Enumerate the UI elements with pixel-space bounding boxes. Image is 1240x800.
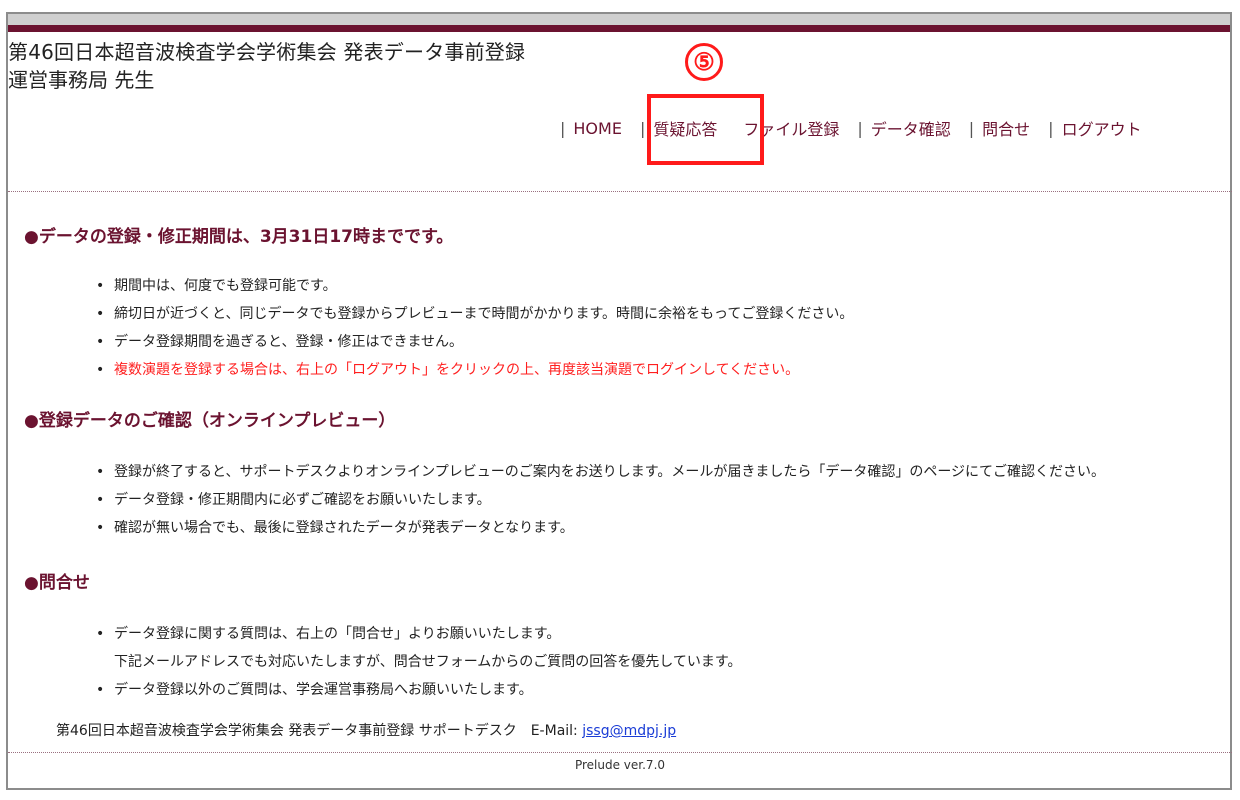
list-item: データ登録・修正期間内に必ずご確認をお願いいたします。 <box>96 486 1105 514</box>
section-title-online-preview: ●登録データのご確認（オンラインプレビュー） <box>24 411 396 431</box>
list-item: 確認が無い場合でも、最後に登録されたデータが発表データとなります。 <box>96 514 1105 542</box>
top-accent-bar <box>8 25 1230 32</box>
list-item: 期間中は、何度でも登録可能です。 <box>96 272 853 300</box>
list-item: データ登録期間を過ぎると、登録・修正はできません。 <box>96 328 853 356</box>
list-online-preview: 登録が終了すると、サポートデスクよりオンラインプレビューのご案内をお送りします。… <box>96 458 1105 542</box>
list-item-warning: 複数演題を登録する場合は、右上の「ログアウト」をクリックの上、再度該当演題でログ… <box>96 356 853 384</box>
support-email-link[interactable]: jssg@mdpj.jp <box>582 723 676 739</box>
annotation-number-text: ⑤ <box>685 43 723 81</box>
footer-divider <box>8 752 1232 753</box>
user-name: 運営事務局 先生 <box>8 68 155 92</box>
annotation-number: ⑤ <box>674 40 734 84</box>
top-bar <box>8 14 1230 32</box>
support-desk-text: 第46回日本超音波検査学会学術集会 発表データ事前登録 サポートデスク E-Ma… <box>56 723 583 739</box>
nav-data-check[interactable]: データ確認 <box>871 116 951 140</box>
annotation-highlight-box <box>647 94 764 165</box>
header-divider <box>8 191 1232 192</box>
list-item-line: データ登録に関する質問は、右上の「問合せ」よりお願いいたします。 <box>114 626 561 642</box>
list-item: 登録が終了すると、サポートデスクよりオンラインプレビューのご案内をお送りします。… <box>96 458 1105 486</box>
list-item: データ登録以外のご質問は、学会運営事務局へお願いいたします。 <box>96 676 741 704</box>
nav-contact[interactable]: 問合せ <box>982 116 1030 140</box>
nav-home[interactable]: HOME <box>573 119 622 138</box>
nav-separator: | <box>968 118 975 138</box>
nav-logout[interactable]: ログアウト <box>1062 116 1142 140</box>
list-item: 締切日が近づくと、同じデータでも登録からプレビューまで時間がかかります。時間に余… <box>96 300 853 328</box>
nav-separator: | <box>639 118 646 138</box>
list-registration-period: 期間中は、何度でも登録可能です。 締切日が近づくと、同じデータでも登録からプレビ… <box>96 272 853 384</box>
section-title-registration-period: ●データの登録・修正期間は、3月31日17時までです。 <box>24 227 454 247</box>
section-title-contact: ●問合せ <box>24 573 90 593</box>
nav-separator: | <box>857 118 863 138</box>
nav-separator: | <box>1048 118 1054 138</box>
site-title: 第46回日本超音波検査学会学術集会 発表データ事前登録 <box>8 40 526 64</box>
support-desk-line: 第46回日本超音波検査学会学術集会 発表データ事前登録 サポートデスク E-Ma… <box>56 720 676 740</box>
nav-separator: | <box>560 118 566 138</box>
list-item: データ登録に関する質問は、右上の「問合せ」よりお願いいたします。 下記メールアド… <box>96 620 741 676</box>
list-item-line: 下記メールアドレスでも対応いたしますが、問合せフォームからのご質問の回答を優先し… <box>114 654 742 670</box>
version-label: Prelude ver.7.0 <box>574 758 666 772</box>
list-contact: データ登録に関する質問は、右上の「問合せ」よりお願いいたします。 下記メールアド… <box>96 620 741 704</box>
